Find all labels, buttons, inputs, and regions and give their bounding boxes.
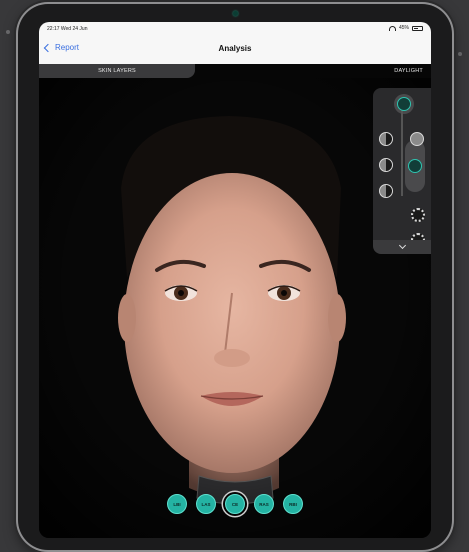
status-indicators: 45% [388, 25, 423, 31]
ipad-device-frame: 22:17 Wed 24 Jun 45% Report Analysis SKI… [18, 4, 452, 550]
battery-percentage: 45% [398, 25, 409, 31]
lighting-control-panel [373, 88, 431, 247]
status-time: 22:17 Wed 24 Jun [47, 26, 88, 32]
lighting-mode-label: DAYLIGHT [394, 68, 423, 74]
polarized-light-icon[interactable] [410, 132, 424, 146]
mode-button-ce[interactable]: CE [225, 494, 245, 514]
daylight-mode-icon[interactable] [397, 97, 411, 111]
side-light-icon[interactable] [379, 184, 393, 198]
chevron-down-icon [398, 241, 406, 250]
mode-button-rbi[interactable]: RBI [283, 494, 303, 514]
mode-button-ras[interactable]: RAS [254, 494, 274, 514]
app-screen: 22:17 Wed 24 Jun 45% Report Analysis SKI… [39, 22, 431, 538]
mode-button-las[interactable]: LAS [196, 494, 216, 514]
page-title: Analysis [218, 44, 252, 53]
navigation-bar: 22:17 Wed 24 Jun 45% Report Analysis [39, 22, 431, 64]
brightness-icon[interactable] [408, 159, 422, 173]
background-speck [6, 30, 10, 34]
slider-track [401, 106, 403, 196]
battery-icon [412, 25, 423, 31]
gear-icon[interactable] [411, 208, 425, 222]
mode-button-lbi[interactable]: LBI [167, 494, 187, 514]
panel-collapse-button[interactable] [373, 240, 431, 254]
front-camera-icon [233, 11, 238, 16]
background-speck [458, 52, 462, 56]
wifi-icon [388, 25, 396, 31]
tab-skin-layers[interactable]: SKIN LAYERS [39, 64, 195, 78]
view-mode-selector: LBI LAS CE RAS RBI [39, 494, 431, 514]
cross-light-icon[interactable] [379, 158, 393, 172]
left-light-icon[interactable] [379, 132, 393, 146]
